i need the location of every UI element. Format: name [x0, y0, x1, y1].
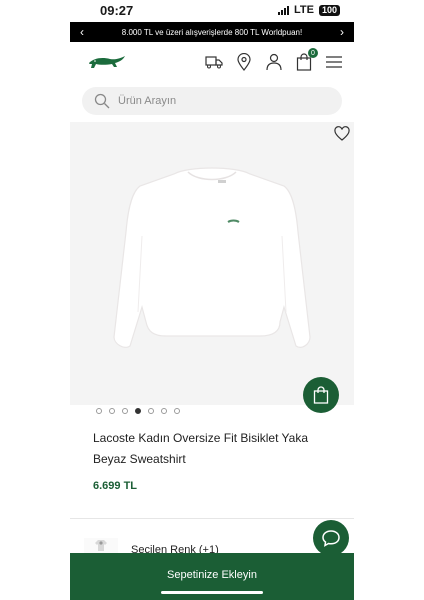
status-time: 09:27: [100, 2, 134, 18]
chevron-left-icon[interactable]: ‹: [72, 22, 92, 42]
section-divider: [70, 518, 354, 519]
carousel-dot[interactable]: [174, 408, 180, 414]
promo-text: 8.000 TL ve üzeri alışverişlerde 800 TL …: [121, 27, 303, 37]
image-carousel-dots: [96, 408, 180, 414]
chat-button[interactable]: [313, 520, 349, 556]
status-indicators: LTE 100: [278, 4, 340, 16]
carousel-dot[interactable]: [161, 408, 167, 414]
carousel-dot-active[interactable]: [135, 408, 141, 414]
cart-count-badge: 0: [308, 48, 318, 58]
carousel-dot[interactable]: [122, 408, 128, 414]
carousel-dot[interactable]: [148, 408, 154, 414]
carousel-dot[interactable]: [109, 408, 115, 414]
site-header: 0: [70, 42, 354, 82]
carousel-dot[interactable]: [96, 408, 102, 414]
lacoste-crocodile-logo[interactable]: [88, 53, 126, 71]
signal-icon: [278, 5, 289, 15]
chat-bubble-icon: [322, 530, 340, 547]
heart-icon[interactable]: [334, 126, 350, 142]
shopping-bag-icon: [313, 386, 329, 404]
product-title: Lacoste Kadın Oversize Fit Bisiklet Yaka…: [93, 431, 308, 466]
home-indicator: [161, 591, 263, 594]
battery-icon: 100: [318, 4, 340, 16]
cart-icon[interactable]: 0: [294, 48, 318, 72]
location-pin-icon[interactable]: [234, 52, 254, 72]
chevron-right-icon[interactable]: ›: [332, 22, 352, 42]
quick-add-cart-button[interactable]: [303, 377, 339, 413]
sweatshirt-image: [113, 167, 311, 348]
header-icons: 0: [204, 48, 344, 72]
search-icon: [94, 93, 110, 109]
promo-bar: ‹ 8.000 TL ve üzeri alışverişlerde 800 T…: [70, 22, 354, 42]
product-image[interactable]: [70, 122, 354, 405]
search-bar[interactable]: Ürün Arayın: [82, 87, 342, 115]
hamburger-menu-icon[interactable]: [324, 52, 344, 72]
status-bar: 09:27 LTE 100: [70, 0, 354, 20]
network-label: LTE: [294, 4, 314, 16]
search-input[interactable]: Ürün Arayın: [118, 95, 176, 107]
sweatshirt-thumbnail: [95, 540, 107, 551]
truck-icon[interactable]: [204, 52, 224, 72]
user-icon[interactable]: [264, 52, 284, 72]
product-price: 6.699 TL: [93, 480, 138, 492]
